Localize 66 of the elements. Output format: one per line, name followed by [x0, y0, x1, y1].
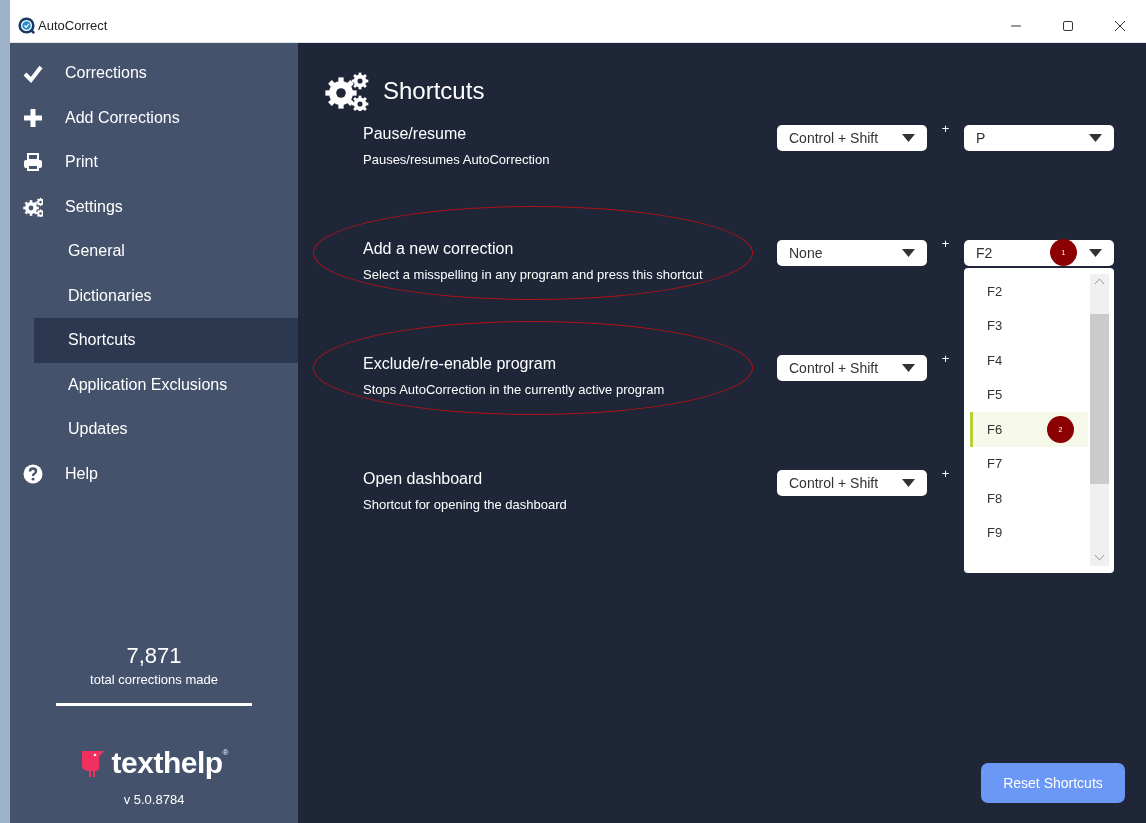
caret-icon — [1089, 134, 1102, 142]
plus-sign: + — [940, 466, 951, 481]
count-caption: total corrections made — [90, 672, 218, 687]
shortcut-title: Add a new correction — [363, 240, 515, 258]
dropdown-option[interactable]: F5 — [970, 377, 1088, 412]
modifier-dropdown[interactable]: Control + Shift — [777, 355, 927, 381]
app-logo-icon — [18, 17, 35, 34]
shortcut-title: Open dashboard — [363, 470, 484, 488]
maximize-icon[interactable] — [1063, 20, 1073, 31]
sidebar-item-label[interactable]: Corrections — [65, 64, 147, 83]
caret-icon — [902, 134, 915, 142]
help-icon — [23, 463, 43, 484]
shortcut-title: Pause/resume — [363, 125, 468, 143]
sidebar-subitem[interactable]: Updates — [34, 407, 298, 452]
sidebar-item[interactable]: Help — [10, 451, 298, 496]
bird-logo-icon — [79, 748, 106, 778]
plus-sign: + — [940, 236, 951, 251]
caret-icon — [902, 249, 915, 257]
sidebar-subitem[interactable]: Shortcuts — [34, 318, 298, 363]
shortcut-description: Stops AutoCorrection in the currently active program — [363, 382, 666, 397]
plus-sign: + — [940, 121, 951, 136]
sidebar-subitem[interactable]: Dictionaries — [34, 273, 298, 318]
dropdown-option[interactable]: F7 — [970, 446, 1088, 481]
gears-icon — [23, 196, 43, 217]
sidebar-item-label[interactable]: Print — [65, 153, 98, 172]
key-dropdown[interactable]: P — [964, 125, 1114, 151]
gears-icon — [325, 71, 369, 111]
modifier-dropdown[interactable]: Control + Shift — [777, 125, 927, 151]
modifier-dropdown[interactable]: Control + Shift — [777, 470, 927, 496]
sidebar-item[interactable]: Print — [10, 140, 298, 185]
sidebar-subitem[interactable]: Application Exclusions — [34, 362, 298, 407]
shortcut-title: Exclude/re-enable program — [363, 355, 557, 373]
corrections-count: 7,871 — [126, 643, 182, 669]
dropdown-option[interactable]: F4 — [970, 343, 1088, 378]
version-label: v 5.0.8784 — [123, 792, 185, 807]
page-title: Shortcuts — [383, 77, 485, 105]
shortcut-description: Shortcut for opening the dashboard — [363, 497, 568, 512]
printer-icon — [23, 152, 43, 173]
shortcut-description: Select a misspelling in any program and press this shortcut — [363, 267, 704, 282]
window-title: AutoCorrect — [38, 18, 108, 33]
dropdown-option[interactable]: F8 — [970, 481, 1088, 516]
plus-sign: + — [940, 351, 951, 366]
shortcut-description: Pauses/resumes AutoCorrection — [363, 152, 551, 167]
dropdown-option[interactable]: F3 — [970, 308, 1088, 343]
plus-icon — [23, 107, 43, 128]
close-icon[interactable] — [1115, 20, 1125, 31]
sidebar-item-label[interactable]: Add Corrections — [65, 108, 180, 127]
check-icon — [23, 63, 43, 84]
dropdown-option[interactable]: F9 — [970, 515, 1088, 550]
chevron-down-icon[interactable] — [1094, 554, 1105, 561]
sidebar-item[interactable]: Corrections — [10, 51, 298, 96]
registered-mark: ® — [222, 748, 229, 757]
caret-icon — [902, 364, 915, 372]
sidebar-subitem[interactable]: General — [34, 229, 298, 274]
chevron-up-icon[interactable] — [1094, 278, 1105, 285]
caret-icon — [902, 479, 915, 487]
caret-icon — [1089, 249, 1102, 257]
dropdown-option[interactable]: F2 — [970, 274, 1088, 309]
sidebar-item[interactable]: Add Corrections — [10, 95, 298, 140]
brand-name: texthelp — [111, 746, 223, 780]
scrollbar-thumb[interactable] — [1090, 314, 1109, 484]
scrollbar[interactable] — [1090, 274, 1109, 566]
sidebar-item-label[interactable]: Settings — [65, 197, 123, 216]
sidebar-item-label[interactable]: Help — [65, 464, 98, 483]
modifier-dropdown[interactable]: None — [777, 240, 927, 266]
sidebar-item[interactable]: Settings — [10, 184, 298, 229]
